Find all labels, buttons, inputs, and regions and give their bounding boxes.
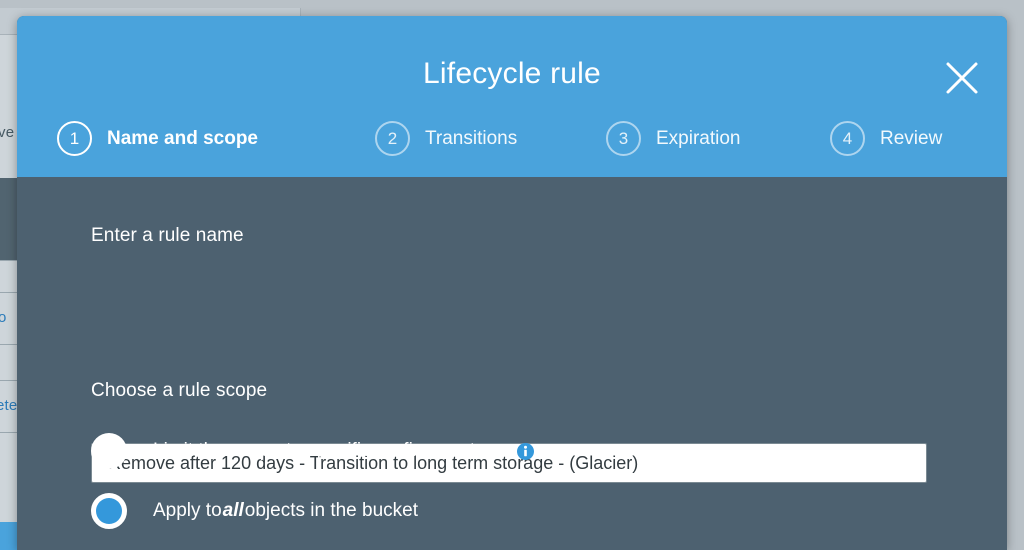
page-title: Lifecycle rule <box>423 57 601 90</box>
step-label: Review <box>880 127 943 149</box>
modal-body: Enter a rule name Choose a rule scope Li… <box>17 177 1007 550</box>
lifecycle-rule-modal: Lifecycle rule 1 Name and scope 2 Transi… <box>17 16 1007 550</box>
step-number-badge: 1 <box>57 121 92 156</box>
wizard-steps: 1 Name and scope 2 Transitions 3 Expirat… <box>57 121 987 156</box>
rule-scope-radio-group: Limit the scope to specific prefixes or … <box>91 421 931 541</box>
rule-scope-label: Choose a rule scope <box>91 380 268 401</box>
scope-option-text-after: objects in the bucket <box>244 500 418 521</box>
step-number-badge: 4 <box>830 121 865 156</box>
step-transitions[interactable]: 2 Transitions <box>375 121 606 156</box>
step-label: Transitions <box>425 127 518 149</box>
scope-option-text-emphasis: all <box>222 500 244 521</box>
radio-button-unselected[interactable] <box>91 433 127 469</box>
modal-header: Lifecycle rule 1 Name and scope 2 Transi… <box>17 16 1007 177</box>
step-review[interactable]: 4 Review <box>830 121 942 156</box>
close-icon[interactable] <box>941 57 983 99</box>
scope-option-limit-prefixes[interactable]: Limit the scope to specific prefixes or … <box>91 421 931 481</box>
step-name-and-scope[interactable]: 1 Name and scope <box>57 121 375 156</box>
scope-option-label: Limit the scope to specific prefixes or … <box>153 440 534 462</box>
background-link-fragment: o <box>0 309 7 326</box>
background-text-fragment: ve <box>0 124 15 141</box>
scope-option-text-before: Apply to <box>153 500 222 521</box>
background-link-fragment: ete <box>0 397 18 414</box>
step-expiration[interactable]: 3 Expiration <box>606 121 830 156</box>
step-number-badge: 3 <box>606 121 641 156</box>
rule-name-label: Enter a rule name <box>91 225 244 246</box>
info-icon[interactable] <box>516 442 534 460</box>
scope-option-label: Apply to all objects in the bucket <box>153 500 418 522</box>
radio-button-selected[interactable] <box>91 493 127 529</box>
scope-option-all-objects[interactable]: Apply to all objects in the bucket <box>91 481 931 541</box>
step-number-badge: 2 <box>375 121 410 156</box>
step-label: Name and scope <box>107 127 258 149</box>
scope-option-text: Limit the scope to specific prefixes or … <box>153 440 506 461</box>
step-label: Expiration <box>656 127 741 149</box>
